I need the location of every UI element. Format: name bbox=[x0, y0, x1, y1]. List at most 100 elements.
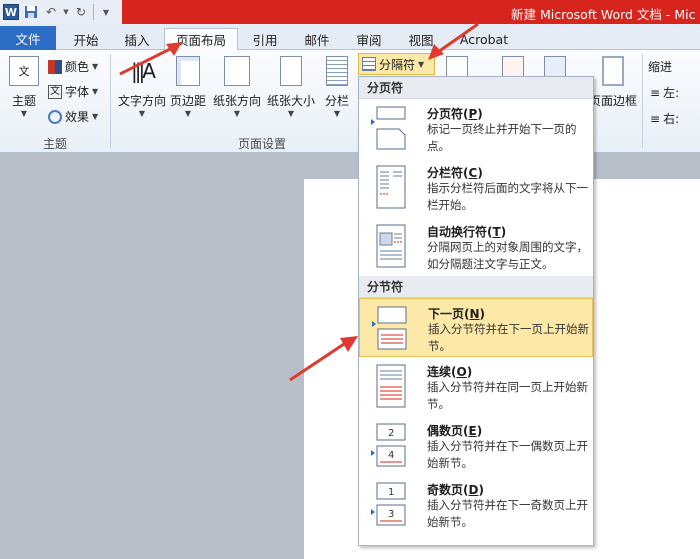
text-direction-button[interactable]: |||A 文字方向 ▼ bbox=[116, 56, 168, 118]
columns-button[interactable]: 分栏 ▼ bbox=[320, 56, 354, 118]
section-breaks-header: 分节符 bbox=[359, 276, 593, 298]
save-icon[interactable] bbox=[23, 4, 39, 20]
qat-divider bbox=[93, 4, 94, 20]
margins-label: 页边距 bbox=[169, 94, 206, 108]
size-button[interactable]: 纸张大小 ▼ bbox=[264, 56, 318, 118]
indent-left-icon: ≡ bbox=[650, 85, 661, 100]
theme-fonts-button[interactable]: 文 字体 ▼ bbox=[48, 83, 98, 100]
odd-page-desc: 插入分节符并在下一奇数页上开始新节。 bbox=[427, 498, 588, 529]
indent-right-icon: ≡ bbox=[650, 111, 661, 126]
tab-review[interactable]: 审阅 bbox=[346, 28, 392, 50]
columns-label: 分栏 bbox=[324, 94, 349, 108]
next-page-title: 下一页(N) bbox=[428, 307, 486, 321]
continuous-section-icon bbox=[376, 364, 406, 408]
tab-page-layout[interactable]: 页面布局 bbox=[164, 28, 238, 51]
tab-mailings[interactable]: 邮件 bbox=[294, 28, 340, 50]
menu-item-next-page[interactable]: 下一页(N) 插入分节符并在下一页上开始新节。 bbox=[359, 298, 593, 357]
page-break-desc: 标记一页终止并开始下一页的点。 bbox=[427, 122, 577, 153]
orientation-button[interactable]: 纸张方向 ▼ bbox=[210, 56, 264, 118]
chevron-down-icon: ▼ bbox=[92, 112, 99, 121]
even-page-desc: 插入分节符并在下一偶数页上开始新节。 bbox=[427, 439, 588, 470]
tab-file[interactable]: 文件 bbox=[0, 26, 56, 50]
column-break-desc: 指示分栏符后面的文字将从下一栏开始。 bbox=[427, 181, 588, 212]
column-break-title: 分栏符(C) bbox=[427, 166, 483, 180]
ribbon: 文 主题 ▼ 颜色 ▼ 文 字体 ▼ 效果 ▼ 主题 |||A 文字方向 ▼ 页… bbox=[0, 50, 700, 153]
undo-dropdown-icon[interactable]: ▼ bbox=[63, 4, 69, 20]
chevron-down-icon: ▼ bbox=[418, 59, 425, 69]
themes-button[interactable]: 文 主题 ▼ bbox=[6, 56, 42, 118]
theme-colors-button[interactable]: 颜色 ▼ bbox=[48, 58, 98, 75]
chevron-down-icon: ▼ bbox=[20, 109, 28, 118]
menu-item-page-break[interactable]: 分页符(P) 标记一页终止并开始下一页的点。 bbox=[359, 99, 593, 158]
tab-references[interactable]: 引用 bbox=[242, 28, 288, 50]
group-divider bbox=[642, 54, 643, 148]
next-page-desc: 插入分节符并在下一页上开始新节。 bbox=[428, 322, 589, 353]
svg-text:3: 3 bbox=[388, 509, 394, 520]
chevron-down-icon: ▼ bbox=[92, 62, 99, 71]
text-wrapping-break-desc: 分隔网页上的对象周围的文字，如分隔题注文字与正文。 bbox=[427, 240, 588, 271]
continuous-desc: 插入分节符并在同一页上开始新节。 bbox=[427, 380, 588, 411]
menu-item-odd-page[interactable]: 1 3 奇数页(D) 插入分节符并在下一奇数页上开始新节。 bbox=[359, 475, 593, 534]
page-borders-button[interactable]: 页面边框 bbox=[588, 56, 638, 109]
document-area bbox=[0, 153, 700, 559]
continuous-title: 连续(O) bbox=[427, 365, 473, 379]
svg-text:4: 4 bbox=[388, 450, 394, 461]
page-break-title: 分页符(P) bbox=[427, 107, 483, 121]
indent-left-label: 左: bbox=[663, 86, 680, 100]
word-logo-icon[interactable]: W bbox=[3, 4, 19, 20]
margins-icon bbox=[176, 56, 200, 86]
group-divider bbox=[110, 54, 111, 148]
fonts-icon: 文 bbox=[48, 84, 62, 99]
theme-effects-button[interactable]: 效果 ▼ bbox=[48, 108, 98, 125]
menu-item-column-break[interactable]: 分栏符(C) 指示分栏符后面的文字将从下一栏开始。 bbox=[359, 158, 593, 217]
window-title: 新建 Microsoft Word 文档 - Mic bbox=[511, 7, 696, 22]
breaks-label: 分隔符 bbox=[379, 57, 416, 72]
customize-qat-icon[interactable]: ▼ bbox=[98, 4, 114, 20]
breaks-menu: 分页符 分页符(P) 标记一页终止并开始下一页的点。 分栏符(C) 指示分栏符后… bbox=[358, 76, 594, 546]
odd-page-title: 奇数页(D) bbox=[427, 483, 484, 497]
undo-icon[interactable]: ↶ bbox=[43, 4, 59, 20]
breaks-button[interactable]: 分隔符 ▼ bbox=[358, 53, 435, 75]
chevron-down-icon: ▼ bbox=[233, 109, 241, 118]
columns-icon bbox=[326, 56, 348, 86]
page-borders-label: 页面边框 bbox=[588, 94, 637, 108]
indent-right-field[interactable]: ≡ 右: bbox=[650, 110, 679, 127]
text-direction-label: 文字方向 bbox=[117, 94, 166, 108]
menu-item-text-wrapping-break[interactable]: 自动换行符(T) 分隔网页上的对象周围的文字，如分隔题注文字与正文。 bbox=[359, 217, 593, 276]
colors-label: 颜色 bbox=[65, 60, 90, 74]
indent-left-field[interactable]: ≡ 左: bbox=[650, 84, 679, 101]
chevron-down-icon: ▼ bbox=[92, 87, 99, 96]
page-setup-group-label: 页面设置 bbox=[238, 137, 287, 151]
indent-right-label: 右: bbox=[663, 112, 680, 126]
text-wrapping-break-icon bbox=[376, 224, 406, 268]
menu-item-even-page[interactable]: 2 4 偶数页(E) 插入分节符并在下一偶数页上开始新节。 bbox=[359, 416, 593, 475]
svg-text:2: 2 bbox=[388, 428, 394, 439]
margins-button[interactable]: 页边距 ▼ bbox=[168, 56, 208, 118]
chevron-down-icon: ▼ bbox=[333, 109, 341, 118]
menu-item-continuous[interactable]: 连续(O) 插入分节符并在同一页上开始新节。 bbox=[359, 357, 593, 416]
orientation-icon bbox=[224, 56, 250, 86]
even-page-title: 偶数页(E) bbox=[427, 424, 483, 438]
page-break-icon bbox=[371, 106, 406, 150]
effects-label: 效果 bbox=[65, 110, 90, 124]
chevron-down-icon: ▼ bbox=[184, 109, 192, 118]
text-wrapping-break-title: 自动换行符(T) bbox=[427, 225, 507, 239]
tab-view[interactable]: 视图 bbox=[398, 28, 444, 50]
text-direction-icon: |||A bbox=[131, 59, 156, 83]
ribbon-tab-bar: 文件 开始 插入 页面布局 引用 邮件 审阅 视图 Acrobat bbox=[0, 24, 700, 51]
svg-text:1: 1 bbox=[388, 487, 394, 498]
tab-insert[interactable]: 插入 bbox=[114, 28, 160, 50]
theme-group-label: 主题 bbox=[43, 137, 68, 151]
next-page-section-icon bbox=[372, 306, 407, 350]
page-borders-icon bbox=[602, 56, 624, 86]
redo-icon[interactable]: ↻ bbox=[73, 4, 89, 20]
quick-access-toolbar: W ↶ ▼ ↻ ▼ bbox=[0, 0, 122, 24]
chevron-down-icon: ▼ bbox=[138, 109, 146, 118]
size-label: 纸张大小 bbox=[266, 94, 315, 108]
tab-home[interactable]: 开始 bbox=[62, 28, 110, 50]
fonts-label: 字体 bbox=[65, 85, 90, 99]
indent-label: 缩进 bbox=[648, 60, 673, 74]
tab-acrobat[interactable]: Acrobat bbox=[452, 28, 516, 50]
effects-icon bbox=[48, 109, 62, 124]
column-break-icon bbox=[376, 165, 406, 209]
